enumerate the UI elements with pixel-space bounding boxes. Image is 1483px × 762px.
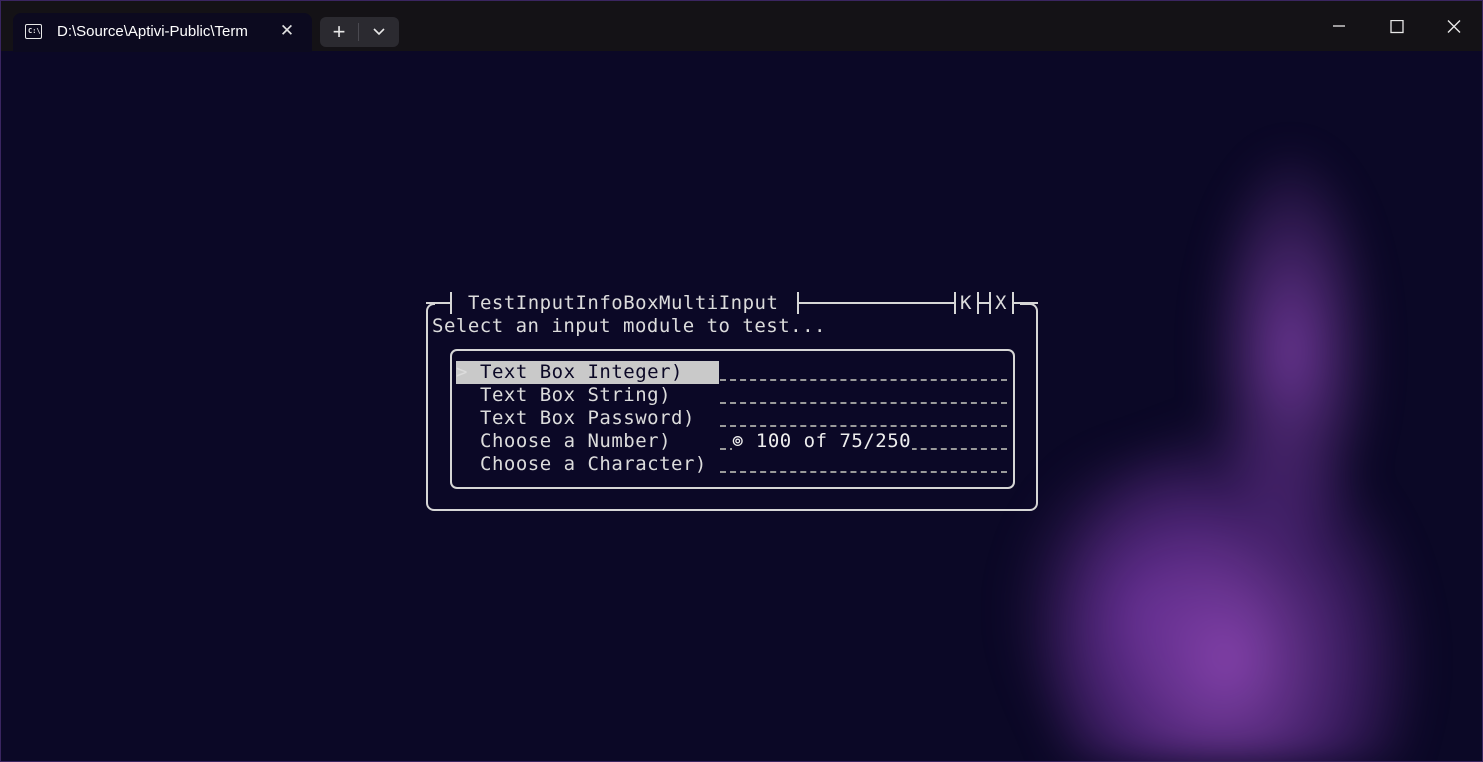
terminal-tab[interactable]: C:\ D:\Source\Aptivi-Public\Term ✕ [13,13,312,52]
title-border-middle [799,302,954,304]
selection-cursor: > [456,361,468,383]
minimize-icon [1333,25,1345,27]
title-border-gap [979,302,989,304]
chevron-down-icon [373,28,385,36]
terminal-window: C:\ D:\Source\Aptivi-Public\Term ✕ + Tes… [0,0,1483,762]
title-bracket-left [450,292,452,314]
dialog-k-button[interactable]: K [960,292,972,315]
dialog-close-button[interactable]: X [995,292,1007,315]
terminal-content: TestInputInfoBoxMultiInput K X Select an… [1,51,1482,761]
button-k-bracket-left [954,292,956,314]
title-border-left [426,302,450,304]
close-icon [1447,20,1461,33]
maximize-button[interactable] [1377,9,1417,45]
terminal-icon-glyph: C:\ [28,27,41,35]
close-tab-icon[interactable]: ✕ [277,21,297,41]
list-item-label: Choose a Character) [480,453,707,475]
tab-dropdown-button[interactable] [359,17,399,47]
terminal-icon: C:\ [25,24,42,39]
title-border-right [1014,302,1038,304]
input-field-underline [720,402,1007,404]
input-field-underline [720,379,1007,381]
input-field-underline [720,471,1007,473]
dialog-prompt: Select an input module to test... [432,315,826,337]
minimize-button[interactable] [1319,9,1359,45]
tab-title: D:\Source\Aptivi-Public\Term [57,23,248,40]
button-x-bracket-left [989,292,991,314]
new-tab-button[interactable]: + [320,17,358,47]
input-field-underline [720,425,1007,427]
title-bar: C:\ D:\Source\Aptivi-Public\Term ✕ + [1,1,1482,52]
tab-actions: + [320,17,399,47]
list-item-label: Text Box Integer) [456,361,719,384]
maximize-icon [1390,20,1404,34]
list-item-label: Text Box String) [480,384,672,406]
number-slider-value[interactable]: ⊚ 100 of 75/250 [732,430,913,453]
dialog-title: TestInputInfoBoxMultiInput [468,292,779,314]
list-item-label: Text Box Password) [480,407,695,429]
close-window-button[interactable] [1434,9,1474,45]
list-item-label: Choose a Number) [480,430,672,452]
